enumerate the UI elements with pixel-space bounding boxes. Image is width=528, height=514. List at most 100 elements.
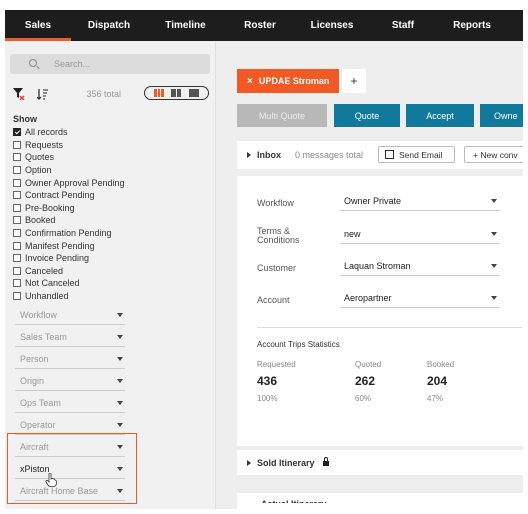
stat-percent: 47% xyxy=(427,394,444,403)
itinerary-section-partial[interactable]: Actual Itinerary xyxy=(237,493,523,509)
sidebar: 356 total Show All records Requests Quot… xyxy=(5,41,216,509)
accept-button[interactable]: Accept xyxy=(406,104,474,127)
view-mode-toggle[interactable] xyxy=(144,86,209,100)
checkbox-label: Manifest Pending xyxy=(25,240,95,251)
status-checklist: All records Requests Quotes Option Owner… xyxy=(13,126,125,302)
checkbox-icon[interactable] xyxy=(13,229,21,238)
checkbox-label: Pre-Booking xyxy=(25,202,75,213)
lock-icon xyxy=(322,457,329,466)
filter-origin[interactable]: Origin xyxy=(15,371,125,391)
checkbox-icon[interactable] xyxy=(13,191,21,200)
checkbox-label: Quotes xyxy=(25,152,55,163)
divider xyxy=(257,327,522,328)
filter-ops-team[interactable]: Ops Team xyxy=(15,393,125,413)
select-value: new xyxy=(344,228,361,239)
expand-arrow-icon[interactable] xyxy=(247,152,251,158)
checkbox-pre-booking[interactable]: Pre-Booking xyxy=(13,202,125,215)
checkbox-icon[interactable] xyxy=(13,279,21,288)
checkbox-icon[interactable] xyxy=(13,153,21,162)
chevron-down-icon xyxy=(117,334,123,339)
stat-percent: 60% xyxy=(355,394,372,403)
checkbox-not-canceled[interactable]: Not Canceled xyxy=(13,277,125,290)
split-view-icon[interactable] xyxy=(171,89,182,97)
tab-sales[interactable]: Sales xyxy=(5,10,71,41)
multi-quote-button[interactable]: Multi Quote xyxy=(237,104,327,127)
terms-conditions-select[interactable]: new xyxy=(340,224,500,244)
search-input[interactable] xyxy=(54,57,204,71)
chevron-down-icon xyxy=(491,263,497,268)
clear-filter-icon[interactable] xyxy=(13,88,25,100)
filter-person[interactable]: Person xyxy=(15,349,125,369)
filter-workflow[interactable]: Workflow xyxy=(15,305,125,325)
inbox-section[interactable]: Inbox 0 messages total Send Email + New … xyxy=(237,141,523,169)
checkbox-icon[interactable] xyxy=(13,266,21,275)
compose-icon xyxy=(385,150,394,159)
filter-label: Origin xyxy=(20,375,45,386)
inbox-title: Inbox xyxy=(257,150,281,160)
checkbox-all-records[interactable]: All records xyxy=(13,126,125,139)
chevron-down-icon xyxy=(117,422,123,427)
send-email-label: Send Email xyxy=(399,149,443,160)
chevron-down-icon xyxy=(491,198,497,203)
checkbox-invoice-pending[interactable]: Invoice Pending xyxy=(13,252,125,265)
checkbox-label: Not Canceled xyxy=(25,278,80,289)
checkbox-requests[interactable]: Requests xyxy=(13,139,125,152)
checkbox-quotes[interactable]: Quotes xyxy=(13,151,125,164)
owner-button[interactable]: Owne xyxy=(480,104,523,127)
workflow-select[interactable]: Owner Private xyxy=(340,191,500,211)
inbox-message-count: 0 messages total xyxy=(295,150,364,160)
document-tab[interactable]: × UPDAE Stroman xyxy=(237,69,339,93)
stat-value: 262 xyxy=(355,374,376,388)
stat-percent: 100% xyxy=(257,394,278,403)
select-value: Aeropartner xyxy=(344,292,392,303)
stat-quoted: Quoted 262 60% xyxy=(355,360,381,403)
checkbox-icon[interactable] xyxy=(13,292,21,301)
checkbox-icon[interactable] xyxy=(13,178,21,187)
checkbox-owner-approval-pending[interactable]: Owner Approval Pending xyxy=(13,176,125,189)
checkbox-label: Unhandled xyxy=(25,291,69,302)
tab-timeline[interactable]: Timeline xyxy=(147,10,224,41)
checkbox-confirmation-pending[interactable]: Confirmation Pending xyxy=(13,227,125,240)
checkbox-icon[interactable] xyxy=(13,216,21,225)
checkbox-manifest-pending[interactable]: Manifest Pending xyxy=(13,239,125,252)
checkbox-booked[interactable]: Booked xyxy=(13,214,125,227)
checkbox-contract-pending[interactable]: Contract Pending xyxy=(13,189,125,202)
checkbox-icon[interactable] xyxy=(13,203,21,212)
checkbox-canceled[interactable]: Canceled xyxy=(13,265,125,278)
checkbox-icon[interactable] xyxy=(13,166,21,175)
search-box[interactable] xyxy=(10,54,210,74)
filter-operator[interactable]: Operator xyxy=(15,415,125,435)
sort-icon[interactable] xyxy=(37,88,49,100)
close-icon[interactable]: × xyxy=(247,76,253,87)
new-conversation-button[interactable]: + New conv xyxy=(464,146,523,163)
filter-label: Operator xyxy=(20,419,56,430)
filter-sales-team[interactable]: Sales Team xyxy=(15,327,125,347)
tab-dispatch[interactable]: Dispatch xyxy=(71,10,147,41)
checkbox-label: All records xyxy=(25,127,68,138)
show-heading: Show xyxy=(13,114,37,124)
checkbox-unhandled[interactable]: Unhandled xyxy=(13,290,125,303)
checkbox-icon[interactable] xyxy=(13,140,21,149)
sold-itinerary-section[interactable]: Sold Itinerary xyxy=(237,450,523,475)
checkbox-icon[interactable] xyxy=(13,241,21,250)
quote-button[interactable]: Quote xyxy=(334,104,400,127)
checkbox-checked-icon[interactable] xyxy=(13,128,21,137)
account-label: Account xyxy=(257,295,290,305)
add-tab-button[interactable]: + xyxy=(342,69,366,93)
sold-itinerary-title: Sold Itinerary xyxy=(257,457,315,468)
checkbox-label: Booked xyxy=(25,215,56,226)
account-select[interactable]: Aeropartner xyxy=(340,288,500,308)
tab-staff[interactable]: Staff xyxy=(368,10,438,41)
tab-roster[interactable]: Roster xyxy=(224,10,296,41)
tab-licenses[interactable]: Licenses xyxy=(296,10,368,41)
tab-reports[interactable]: Reports xyxy=(438,10,506,41)
checkbox-option[interactable]: Option xyxy=(13,164,125,177)
request-details-card: Workflow Owner Private Terms & Condition… xyxy=(237,176,523,446)
customer-select[interactable]: Laquan Stroman xyxy=(340,256,500,276)
list-view-icon[interactable] xyxy=(153,89,164,97)
checkbox-icon[interactable] xyxy=(13,254,21,263)
expand-arrow-icon[interactable] xyxy=(247,459,251,466)
stat-booked: Booked 204 47% xyxy=(427,360,454,403)
send-email-button[interactable]: Send Email xyxy=(378,146,455,163)
board-view-icon[interactable] xyxy=(189,89,200,97)
